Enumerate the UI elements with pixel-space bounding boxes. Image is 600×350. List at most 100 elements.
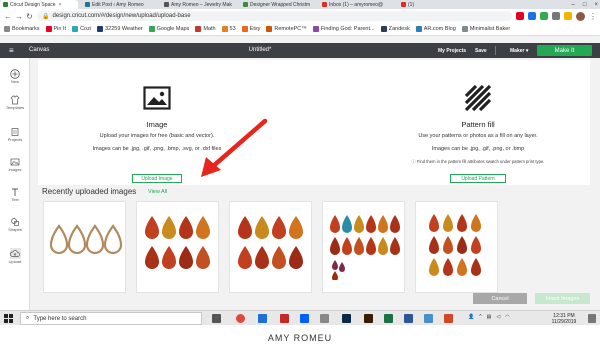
bookmark-item[interactable]: AR.com Blog xyxy=(415,26,456,32)
bookmark-favicon-icon xyxy=(221,26,228,32)
clock[interactable]: 12:31 PM 11/29/2019 xyxy=(544,313,584,325)
upload-pattern-button[interactable]: Upload Pattern xyxy=(450,174,506,183)
minimize-icon[interactable]: – xyxy=(572,2,575,8)
image-icon xyxy=(10,156,21,167)
profile-avatar[interactable] xyxy=(576,11,585,21)
uploaded-image-thumbnail[interactable] xyxy=(229,201,312,293)
browser-tab-strip: Cricut Design Space × Edit Post ‹ Amy Ro… xyxy=(0,0,600,9)
hamburger-menu-icon[interactable]: ≡ xyxy=(9,47,14,55)
bookmark-item[interactable]: Minimalist Baker xyxy=(461,26,510,32)
browser-tab[interactable]: Edit Post ‹ Amy Romeo xyxy=(82,0,157,9)
rail-item-new[interactable]: New xyxy=(0,68,30,84)
lock-icon: 🔒 xyxy=(42,13,50,20)
browser-tab[interactable]: Designer Wrapped Christm xyxy=(240,0,315,9)
excel-icon[interactable] xyxy=(384,314,393,323)
uploaded-image-thumbnail[interactable] xyxy=(43,201,126,293)
bookmark-item[interactable]: 32259 Weather xyxy=(97,26,143,32)
people-icon[interactable]: 👤 xyxy=(468,314,474,320)
rail-item-shapes[interactable]: Shapes xyxy=(0,216,30,232)
bookmark-label: Etsy xyxy=(249,26,261,32)
clock-date: 11/29/2019 xyxy=(551,318,577,325)
chevron-up-icon[interactable]: ^ xyxy=(479,314,481,320)
bottom-action-bar: Cancel Insert Images xyxy=(30,290,600,310)
windows-start-icon[interactable] xyxy=(4,314,13,323)
document-title: Untitled* xyxy=(248,47,272,53)
tab-favicon-icon xyxy=(164,2,169,7)
rail-item-projects[interactable]: Projects xyxy=(0,126,30,142)
close-icon[interactable]: × xyxy=(59,2,62,8)
rail-item-text[interactable]: Text xyxy=(0,186,30,202)
extension-icon[interactable] xyxy=(528,12,536,20)
extension-icon[interactable] xyxy=(540,12,548,20)
powerpoint-icon[interactable] xyxy=(444,314,453,323)
rail-item-upload[interactable]: Upload xyxy=(0,248,30,264)
app-icon[interactable] xyxy=(280,314,289,323)
notifications-icon[interactable] xyxy=(588,314,596,323)
forward-icon[interactable]: → xyxy=(15,12,23,21)
bookmark-item[interactable]: Zandesk xyxy=(380,26,410,32)
url-field[interactable]: 🔒 design.cricut.com/#/design/new/upload/… xyxy=(37,11,512,21)
browser-tab[interactable]: Cricut Design Space × xyxy=(0,0,78,9)
uploaded-image-thumbnail[interactable] xyxy=(322,201,405,293)
word-icon[interactable] xyxy=(404,314,413,323)
uploaded-image-thumbnail[interactable] xyxy=(136,201,219,293)
save-link[interactable]: Save xyxy=(475,48,487,54)
dropbox-icon[interactable] xyxy=(300,314,309,323)
bookmark-item[interactable]: Pin It xyxy=(45,26,66,32)
my-projects-link[interactable]: My Projects xyxy=(438,48,466,54)
bookmark-item[interactable]: Math xyxy=(195,26,216,32)
address-bar-row: ← → ↻ 🔒 design.cricut.com/#/design/new/u… xyxy=(0,9,600,23)
bookmark-label: 53 xyxy=(229,26,236,32)
back-icon[interactable]: ← xyxy=(4,12,12,21)
wifi-icon[interactable]: ◠ xyxy=(505,314,509,320)
browser-tab[interactable]: Inbox (1) – amyromeo@ xyxy=(319,0,394,9)
task-view-icon[interactable] xyxy=(212,314,221,323)
bookmark-favicon-icon xyxy=(380,26,387,32)
image-caption: AMY ROMEU xyxy=(0,325,600,350)
machine-select[interactable]: Maker ▾ xyxy=(510,48,528,54)
extension-icon[interactable] xyxy=(552,12,560,20)
bookmark-item[interactable]: Bookmarks xyxy=(4,26,40,32)
uploaded-image-thumbnail[interactable] xyxy=(415,201,498,293)
bookmark-item[interactable]: RemotePC™ xyxy=(266,26,307,32)
app-icon[interactable] xyxy=(320,314,329,323)
browser-tab[interactable]: (1) xyxy=(398,0,458,9)
bookmark-favicon-icon xyxy=(415,26,422,32)
bookmark-item[interactable]: 53 xyxy=(221,26,236,32)
tab-label: (1) xyxy=(408,1,415,8)
edge-icon[interactable] xyxy=(258,314,267,323)
volume-icon[interactable]: ◁ xyxy=(496,314,500,320)
extension-icon[interactable] xyxy=(564,12,572,20)
bookmark-item[interactable]: Etsy xyxy=(241,26,261,32)
reload-icon[interactable]: ↻ xyxy=(26,12,33,21)
app-icon[interactable] xyxy=(424,314,433,323)
rail-item-templates[interactable]: Templates xyxy=(0,94,30,110)
bookmark-item[interactable]: Cozi xyxy=(72,26,91,32)
network-icon[interactable]: ▤ xyxy=(487,314,492,320)
browser-tab[interactable]: Amy Romeo – Jewelry Mak xyxy=(161,0,236,9)
cancel-button[interactable]: Cancel xyxy=(473,293,527,304)
bookmark-star-icon xyxy=(4,26,10,32)
bookmark-label: RemotePC™ xyxy=(274,26,307,32)
upload-image-button[interactable]: Upload Image xyxy=(132,174,182,183)
make-it-button[interactable]: Make It xyxy=(537,45,592,56)
photoshop-icon[interactable] xyxy=(342,314,351,323)
rail-item-label: New xyxy=(10,79,19,84)
insert-images-button[interactable]: Insert Images xyxy=(535,293,590,304)
taskbar-search-box[interactable]: ⌕ Type here to search xyxy=(20,312,202,325)
view-all-link[interactable]: View All xyxy=(148,189,167,195)
bookmark-item[interactable]: Finding God: Parent... xyxy=(312,26,375,32)
illustrator-icon[interactable] xyxy=(364,314,373,323)
rail-item-label: Projects xyxy=(7,137,23,142)
search-placeholder: Type here to search xyxy=(33,315,87,322)
pinterest-extension-icon[interactable] xyxy=(516,12,524,20)
rail-item-images[interactable]: Images xyxy=(0,156,30,172)
maximize-icon[interactable]: □ xyxy=(583,2,587,8)
bookmark-item[interactable]: Google Maps xyxy=(148,26,189,32)
bookmark-label: 32259 Weather xyxy=(105,26,143,32)
chrome-icon[interactable] xyxy=(236,314,245,323)
close-window-icon[interactable]: × xyxy=(594,2,598,8)
windows-taskbar: ⌕ Type here to search 👤 ^ ▤ ◁ ◠ 12:31 PM… xyxy=(0,310,600,325)
recently-uploaded-title: Recently uploaded images xyxy=(42,187,137,196)
more-menu-icon[interactable]: ⋮ xyxy=(589,12,597,21)
